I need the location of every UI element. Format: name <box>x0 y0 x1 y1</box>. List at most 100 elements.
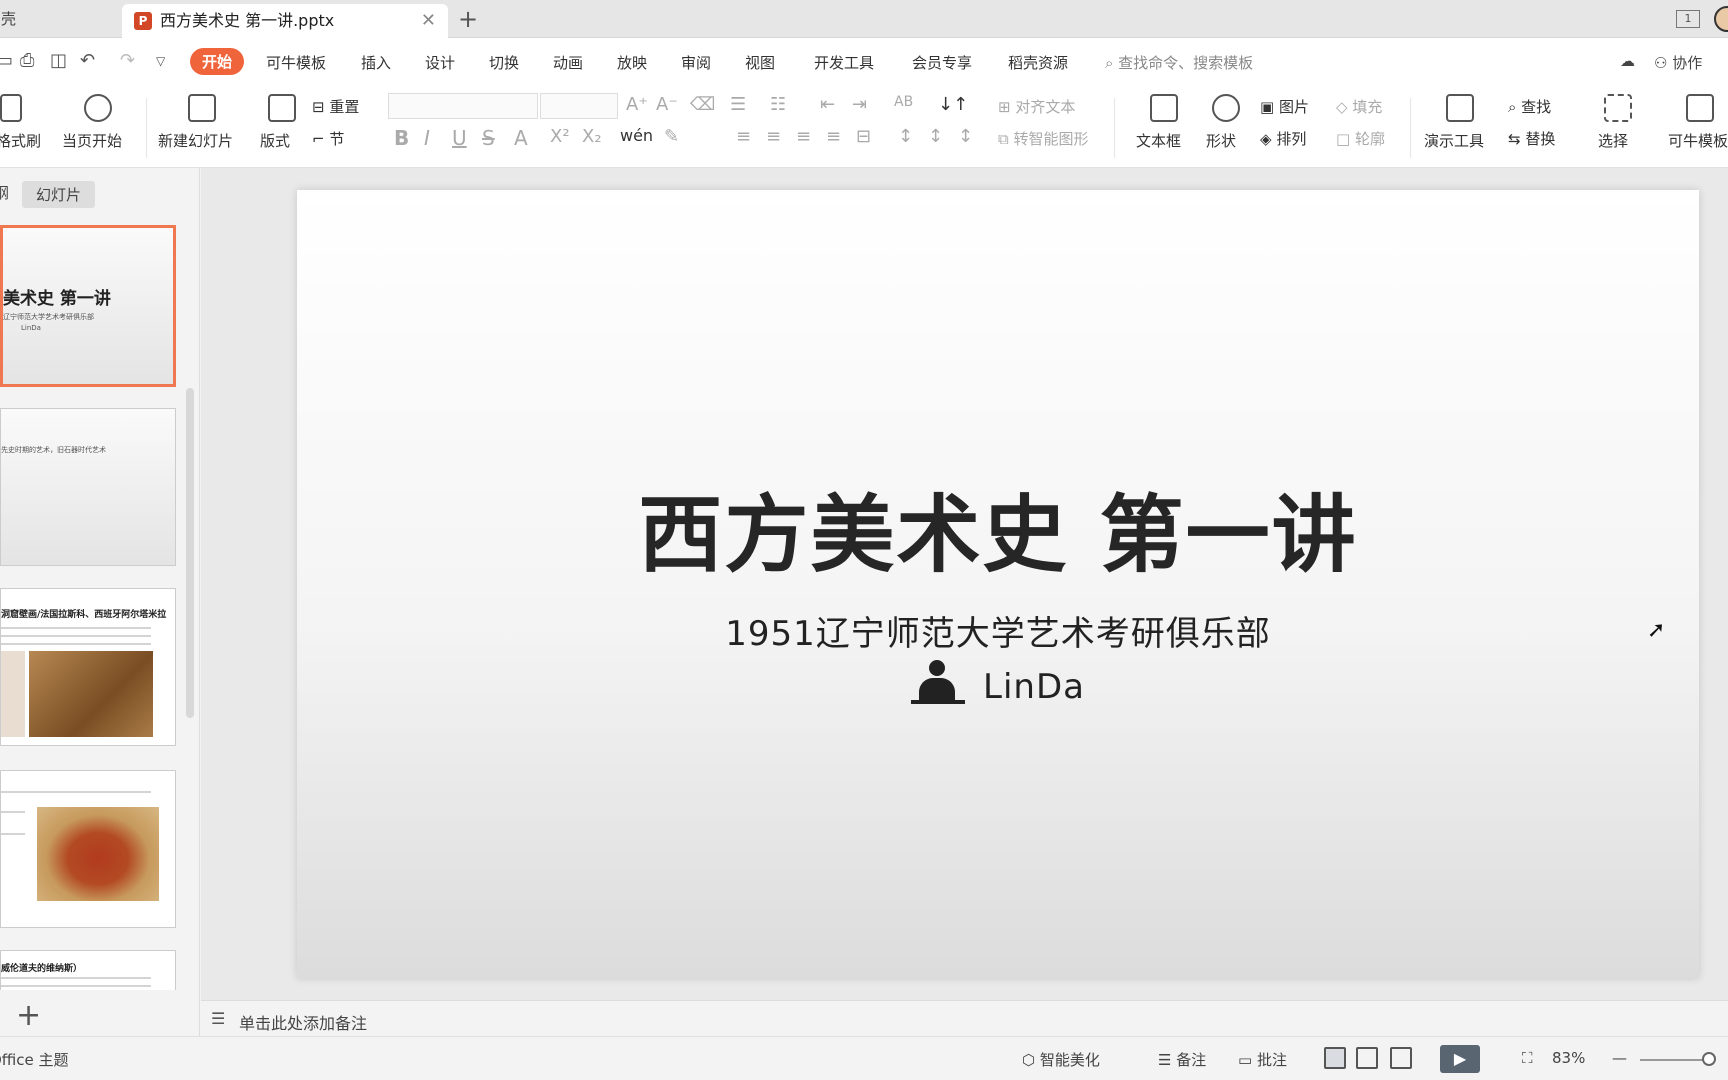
tab-slides[interactable]: 幻灯片 <box>22 181 96 208</box>
textbox-label[interactable]: 文本框 <box>1136 130 1181 151</box>
redo-icon[interactable]: ↷ <box>120 50 135 71</box>
shape-icon[interactable] <box>1212 94 1240 122</box>
textbox-icon[interactable] <box>1150 94 1178 122</box>
new-tab-button[interactable]: + <box>458 0 478 38</box>
sorter-view-icon[interactable] <box>1356 1047 1378 1069</box>
new-slide-label[interactable]: 新建幻灯片 <box>158 130 233 151</box>
find-button[interactable]: ⌕ 查找 <box>1508 96 1551 117</box>
menu-animation[interactable]: 动画 <box>553 52 583 73</box>
align-left-icon[interactable]: ≡ <box>736 126 751 147</box>
slide-thumbnail-5[interactable]: 威伦道夫的维纳斯） <box>0 950 176 990</box>
clear-format-icon[interactable]: ⌫ <box>690 94 715 115</box>
layout-icon[interactable] <box>268 94 296 122</box>
underline-icon[interactable]: U <box>452 126 467 150</box>
picture-button[interactable]: ▣ 图片 <box>1260 96 1309 117</box>
cloud-sync-icon[interactable]: ☁ <box>1620 52 1635 70</box>
slide-thumbnail-4[interactable] <box>0 770 176 928</box>
tab-outline[interactable]: 纲 <box>0 182 9 203</box>
undo-icon[interactable]: ↶ <box>80 50 95 71</box>
zoom-slider-handle[interactable] <box>1702 1052 1716 1066</box>
tab-home[interactable]: 稻壳 <box>0 0 120 38</box>
menu-view[interactable]: 视图 <box>745 52 775 73</box>
window-count-badge[interactable]: 1 <box>1676 10 1700 28</box>
format-painter-label[interactable]: 格式刷 <box>0 130 41 151</box>
theme-name[interactable]: Office 主题 <box>0 1049 69 1070</box>
superscript-icon[interactable]: X² <box>550 126 570 147</box>
smartart-button[interactable]: ⧉ 转智能图形 <box>998 128 1089 149</box>
present-tools-label[interactable]: 演示工具 <box>1424 130 1484 151</box>
italic-icon[interactable]: I <box>424 126 430 150</box>
slide-subtitle[interactable]: 1951辽宁师范大学艺术考研俱乐部 <box>297 606 1699 655</box>
increase-indent-icon[interactable]: ⇥ <box>852 94 867 115</box>
notes-toggle-button[interactable]: ☰ 备注 <box>1158 1049 1206 1070</box>
current-slide[interactable]: 西方美术史 第一讲 1951辽宁师范大学艺术考研俱乐部 LinDa <box>297 190 1699 978</box>
decrease-indent-icon[interactable]: ⇤ <box>820 94 835 115</box>
menu-templates[interactable]: 可牛模板 <box>266 52 326 73</box>
menu-member[interactable]: 会员专享 <box>912 52 972 73</box>
present-tools-icon[interactable] <box>1446 94 1474 122</box>
numbering-icon[interactable]: ☷ <box>770 94 786 115</box>
save-icon[interactable]: ▭ <box>0 50 13 71</box>
slide-thumbnail-3[interactable]: 洞窟壁画/法国拉斯科、西班牙阿尔塔米拉 <box>0 588 176 746</box>
distribute-icon[interactable]: ⊟ <box>856 126 871 147</box>
slide-thumbnail-2[interactable]: 先史时期的艺术，旧石器时代艺术 <box>0 408 176 566</box>
slide-author-line[interactable]: LinDa <box>297 660 1699 707</box>
line-spacing-options-icon[interactable]: ↕ <box>958 126 973 147</box>
zoom-out-icon[interactable]: — <box>1612 1049 1627 1067</box>
normal-view-icon[interactable] <box>1324 1047 1346 1069</box>
font-family-select[interactable] <box>388 93 538 119</box>
play-current-icon[interactable] <box>84 94 112 122</box>
play-current-label[interactable]: 当页开始 <box>62 130 122 151</box>
line-spacing-icon[interactable]: ↕ <box>898 126 913 147</box>
font-color-icon[interactable]: A <box>514 126 528 150</box>
thumbnails-scrollbar[interactable] <box>186 388 194 718</box>
close-tab-icon[interactable]: ✕ <box>421 4 436 38</box>
beautify-button[interactable]: ⬡ 智能美化 <box>1022 1049 1100 1070</box>
slide-title[interactable]: 西方美术史 第一讲 <box>297 468 1699 589</box>
phonetic-guide-icon[interactable]: wén <box>620 126 653 145</box>
text-direction-icon[interactable]: AB <box>894 94 913 110</box>
new-slide-icon[interactable] <box>188 94 216 122</box>
zoom-level[interactable]: 83% <box>1552 1049 1585 1067</box>
reading-view-icon[interactable] <box>1390 1047 1412 1069</box>
slide-thumbnail-1[interactable]: 美术史 第一讲 辽宁师范大学艺术考研俱乐部 LinDa <box>0 225 176 387</box>
tab-document[interactable]: P 西方美术史 第一讲.pptx ✕ <box>122 4 448 38</box>
menu-home[interactable]: 开始 <box>190 48 245 75</box>
templates-icon[interactable] <box>1686 94 1714 122</box>
select-icon[interactable] <box>1604 94 1632 122</box>
bullets-icon[interactable]: ☰ <box>730 94 746 115</box>
menu-review[interactable]: 审阅 <box>681 52 711 73</box>
align-center-icon[interactable]: ≡ <box>766 126 781 147</box>
print-preview-icon[interactable]: ◫ <box>50 50 67 71</box>
menu-transitions[interactable]: 切换 <box>489 52 519 73</box>
play-slideshow-button[interactable]: ▶ <box>1440 1045 1480 1073</box>
print-icon[interactable]: ⎙ <box>20 50 34 71</box>
menu-slideshow[interactable]: 放映 <box>617 52 647 73</box>
outline-button[interactable]: □ 轮廓 <box>1336 128 1385 149</box>
format-painter-icon[interactable] <box>0 94 22 122</box>
reset-button[interactable]: ⊟ 重置 <box>312 96 359 117</box>
strikethrough-icon[interactable]: S <box>482 126 495 150</box>
justify-icon[interactable]: ≡ <box>826 126 841 147</box>
notes-bar[interactable]: ☰ 单击此处添加备注 <box>201 1000 1728 1036</box>
customize-quick-access-icon[interactable]: ▽ <box>156 54 165 68</box>
subscript-icon[interactable]: X₂ <box>582 126 602 147</box>
align-right-icon[interactable]: ≡ <box>796 126 811 147</box>
highlight-icon[interactable]: ✎ <box>664 126 679 147</box>
para-spacing-icon[interactable]: ↕ <box>928 126 943 147</box>
avatar[interactable] <box>1714 6 1728 32</box>
fit-window-icon[interactable]: ⛶ <box>1522 1049 1533 1067</box>
add-slide-button[interactable]: + <box>16 998 41 1033</box>
shrink-font-icon[interactable]: A⁻ <box>656 94 678 115</box>
fill-button[interactable]: ◇ 填充 <box>1336 96 1382 117</box>
menu-docer-resources[interactable]: 稻壳资源 <box>1008 52 1068 73</box>
grow-font-icon[interactable]: A⁺ <box>626 94 648 115</box>
align-text-button[interactable]: ⊞ 对齐文本 <box>998 96 1075 117</box>
command-search[interactable]: ⌕ 查找命令、搜索模板 <box>1105 52 1253 73</box>
select-label[interactable]: 选择 <box>1598 130 1628 151</box>
zoom-slider[interactable] <box>1640 1059 1710 1061</box>
section-button[interactable]: ⌐ 节 <box>312 128 344 149</box>
menu-insert[interactable]: 插入 <box>361 52 391 73</box>
bold-icon[interactable]: B <box>394 126 409 150</box>
shape-label[interactable]: 形状 <box>1206 130 1236 151</box>
